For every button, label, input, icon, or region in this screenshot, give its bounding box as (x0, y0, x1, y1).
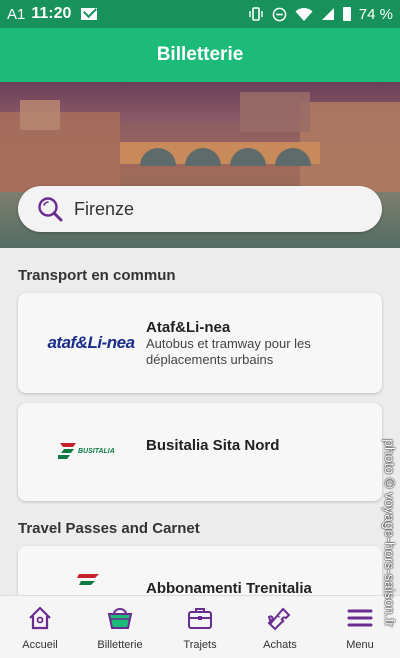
card-busitalia[interactable]: BUSITALIA Busitalia Sita Nord (18, 403, 382, 501)
card-title: Ataf&Li-nea (146, 319, 231, 336)
nav-label: Billetterie (97, 639, 143, 651)
search-input[interactable]: Firenze (74, 199, 134, 220)
bottom-navigation: Accueil Billetterie Trajets Achats Menu (0, 595, 400, 658)
home-icon (29, 606, 51, 630)
hamburger-icon (347, 609, 373, 627)
battery-level: 74 % (358, 5, 393, 23)
clock: 11:20 (31, 5, 72, 22)
vibrate-icon (249, 7, 263, 21)
nav-label: Trajets (183, 639, 217, 651)
signal-icon (321, 8, 334, 20)
page-title: Billetterie (156, 44, 244, 65)
ticket-icon (267, 607, 291, 631)
nav-billetterie[interactable]: Billetterie (80, 596, 160, 658)
wifi-icon (295, 7, 313, 21)
section-title-transport: Transport en commun (18, 267, 176, 284)
nav-label: Accueil (22, 639, 58, 651)
nav-accueil[interactable]: Accueil (0, 596, 80, 658)
search-icon (38, 197, 63, 222)
card-title: Busitalia Sita Nord (146, 437, 280, 454)
battery-icon (342, 7, 351, 21)
busitalia-logo: BUSITALIA (36, 403, 146, 501)
app-bar: Billetterie (0, 28, 400, 82)
do-not-disturb-icon (272, 7, 287, 21)
photo-watermark: photo © voyage-hors-saison.fr (382, 439, 398, 627)
basket-icon (107, 608, 133, 629)
card-ataf[interactable]: ataf&Li-nea Ataf&Li-nea Autobus et tramw… (18, 293, 382, 393)
status-bar: A1 11:20 74 % (0, 0, 400, 28)
briefcase-icon (188, 608, 212, 629)
card-description: Autobus et tramway pour les déplacements… (146, 336, 311, 367)
mail-icon (81, 8, 98, 20)
section-title-passes: Travel Passes and Carnet (18, 520, 200, 537)
search-bar[interactable]: Firenze (18, 186, 382, 232)
ataf-logo: ataf&Li-nea (47, 333, 135, 352)
nav-label: Achats (263, 639, 297, 651)
nav-trajets[interactable]: Trajets (160, 596, 240, 658)
nav-label: Menu (346, 639, 374, 651)
carrier-label: A1 (7, 5, 26, 23)
nav-achats[interactable]: Achats (240, 596, 320, 658)
